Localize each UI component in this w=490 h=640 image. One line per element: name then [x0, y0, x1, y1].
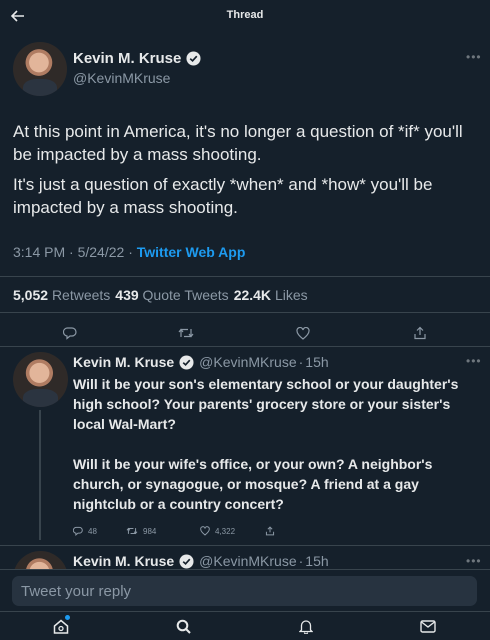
share-button[interactable]	[265, 526, 275, 536]
thread-connector	[39, 410, 41, 540]
verified-badge-icon	[179, 553, 194, 569]
more-icon[interactable]: •••	[466, 50, 482, 64]
more-icon[interactable]: •••	[466, 554, 482, 568]
meta-separator: ·	[69, 244, 74, 260]
retweet-icon[interactable]	[175, 322, 197, 344]
avatar[interactable]	[13, 551, 68, 571]
reply-actions: 48 984 4,322	[73, 526, 275, 536]
like-icon	[200, 526, 210, 536]
tweet-text: At this point in America, it's no longer…	[13, 120, 483, 219]
quotes-stat[interactable]: 439 Quote Tweets	[115, 287, 228, 303]
reply-tweet[interactable]: Kevin M. Kruse @KevinMKruse · 15h	[0, 551, 490, 571]
author-name[interactable]: Kevin M. Kruse	[73, 354, 174, 370]
top-bar: Thread	[0, 0, 490, 32]
tweet-meta: 3:14 PM · 5/24/22 · Twitter Web App	[13, 244, 245, 260]
reply-tweet[interactable]: Kevin M. Kruse @KevinMKruse · 15h Will it …	[0, 352, 490, 552]
retweets-count: 5,052	[13, 287, 49, 303]
author-handle[interactable]: @KevinMKruse	[199, 553, 296, 569]
like-count: 4,322	[215, 526, 236, 536]
reply-input[interactable]	[12, 576, 477, 606]
share-icon[interactable]	[409, 322, 431, 344]
reply-header: Kevin M. Kruse @KevinMKruse · 15h	[73, 354, 329, 370]
verified-badge-icon	[179, 354, 194, 370]
retweets-label: Retweets	[51, 287, 111, 303]
avatar[interactable]	[13, 42, 67, 96]
likes-stat[interactable]: 22.4K Likes	[234, 287, 308, 303]
tweet-author: Kevin M. Kruse @KevinMKruse	[73, 50, 201, 86]
share-icon	[265, 526, 275, 536]
likes-count: 22.4K	[233, 287, 272, 303]
retweet-icon	[126, 527, 138, 535]
like-icon[interactable]	[292, 322, 314, 344]
likes-label: Likes	[274, 287, 308, 303]
tweet-time[interactable]: 3:14 PM	[13, 244, 65, 260]
divider	[0, 545, 490, 546]
bottom-nav	[0, 611, 490, 640]
divider	[0, 346, 490, 347]
divider	[0, 312, 490, 313]
quotes-count: 439	[115, 287, 139, 303]
reply-count: 48	[88, 526, 97, 536]
meta-separator: ·	[298, 354, 304, 370]
reply-header: Kevin M. Kruse @KevinMKruse · 15h	[73, 553, 329, 569]
author-name[interactable]: Kevin M. Kruse	[73, 553, 174, 569]
more-icon[interactable]: •••	[466, 354, 482, 368]
author-handle[interactable]: @KevinMKruse	[199, 354, 296, 370]
tweet-paragraph: At this point in America, it's no longer…	[13, 122, 463, 164]
reply-icon[interactable]	[59, 322, 81, 344]
messages-icon[interactable]	[418, 617, 438, 635]
notification-dot	[65, 615, 70, 620]
home-icon[interactable]	[51, 615, 71, 635]
search-icon[interactable]	[173, 617, 193, 635]
notifications-icon[interactable]	[296, 617, 316, 635]
reply-icon	[73, 526, 83, 536]
divider	[0, 276, 490, 277]
retweet-count: 984	[143, 526, 157, 536]
tweet-source-link[interactable]: Twitter Web App	[137, 244, 246, 260]
tweet-date[interactable]: 5/24/22	[78, 244, 125, 260]
retweets-stat[interactable]: 5,052 Retweets	[13, 287, 110, 303]
tweet-paragraph: It's just a question of exactly *when* a…	[13, 175, 433, 217]
author-name[interactable]: Kevin M. Kruse	[73, 50, 181, 67]
reply-text: Will it be your son's elementary school …	[73, 376, 459, 512]
tweet-actions	[0, 322, 490, 344]
avatar[interactable]	[13, 352, 68, 407]
reply-composer	[0, 569, 490, 611]
author-handle[interactable]: @KevinMKruse	[73, 70, 201, 86]
verified-badge-icon	[186, 51, 201, 66]
tweet-stats: 5,052 Retweets 439 Quote Tweets 22.4K Li…	[13, 287, 308, 303]
tweet-age[interactable]: 15h	[305, 553, 328, 569]
meta-separator: ·	[128, 244, 133, 260]
like-button[interactable]: 4,322	[200, 526, 265, 536]
meta-separator: ·	[298, 553, 304, 569]
retweet-button[interactable]: 984	[126, 526, 200, 536]
reply-button[interactable]: 48	[73, 526, 126, 536]
page-title: Thread	[226, 9, 264, 21]
tweet-age[interactable]: 15h	[305, 354, 328, 370]
quotes-label: Quote Tweets	[142, 287, 229, 303]
